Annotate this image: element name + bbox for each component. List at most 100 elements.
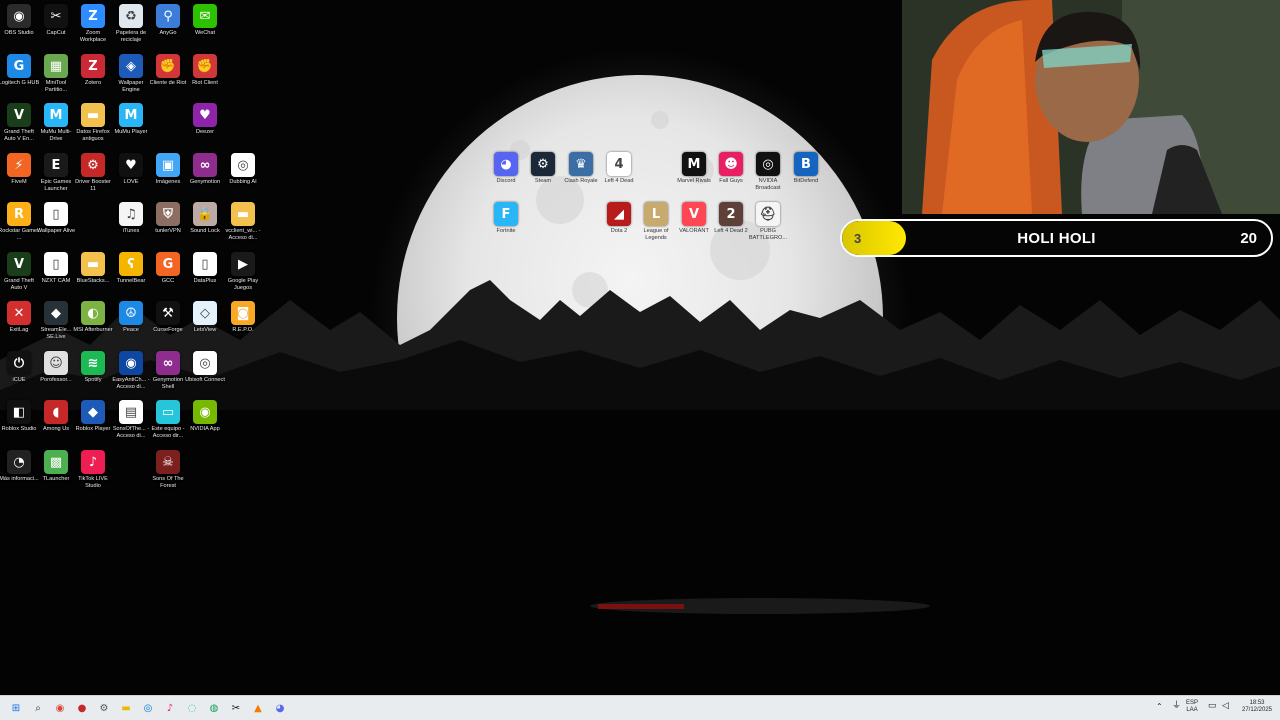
desktop-shortcut[interactable]: ✊ Riot Client	[186, 54, 224, 87]
desktop-shortcut[interactable]: M MuMu Player	[112, 103, 150, 136]
desktop-shortcut[interactable]: ▣ Imágenes	[149, 153, 187, 186]
browser-icon[interactable]: ◍	[206, 700, 222, 716]
desktop-shortcut[interactable]: V Grand Theft Auto V	[0, 252, 38, 292]
desktop-shortcut[interactable]: ◧ Roblox Studio	[0, 400, 38, 433]
settings-icon[interactable]: ⚙	[96, 700, 112, 716]
desktop-shortcut[interactable]: ⏻ iCUE	[0, 351, 38, 384]
desktop-shortcut-label: Left 4 Dead 2	[714, 228, 748, 234]
desktop-shortcut[interactable]: ▦ MiniTool Partitio...	[37, 54, 75, 94]
desktop-shortcut[interactable]: ☮ Peace	[112, 301, 150, 334]
aimp-icon[interactable]: ▲	[250, 700, 266, 716]
start-icon[interactable]: ⊞	[8, 700, 24, 716]
desktop-shortcut[interactable]: ☻ Fall Guys	[712, 152, 750, 185]
desktop-shortcut[interactable]: ⛨ tunlerVPN	[149, 202, 187, 235]
desktop-shortcut[interactable]: ▶ Google Play Juegos	[224, 252, 262, 292]
desktop-shortcut[interactable]: ▯ NZXT CAM	[37, 252, 75, 285]
desktop-shortcut[interactable]: M MuMu Multi-Drive	[37, 103, 75, 143]
desktop-shortcut[interactable]: ▯ Wallpaper Alive	[37, 202, 75, 235]
network-icon[interactable]: ▭	[1208, 701, 1217, 710]
anygo-icon: ⚲	[156, 4, 180, 28]
microphone-icon[interactable]: ⏚	[1172, 701, 1181, 710]
itunes-icon: ♫	[119, 202, 143, 226]
desktop-shortcut[interactable]: ♻ Papelera de reciclaje	[112, 4, 150, 44]
desktop-shortcut[interactable]: ◉ OBS Studio	[0, 4, 38, 37]
tray-chevron-icon[interactable]: ⌃	[1156, 703, 1163, 711]
desktop-shortcut[interactable]: ◈ Wallpaper Engine	[112, 54, 150, 94]
desktop-shortcut[interactable]: ♫ iTunes	[112, 202, 150, 235]
volume-icon[interactable]: ◁	[1222, 701, 1229, 710]
desktop-shortcut[interactable]: ∞ Genymotion Shell	[149, 351, 187, 391]
google-play-games-icon: ▶	[231, 252, 255, 276]
desktop-shortcut[interactable]: ◉ NVIDIA App	[186, 400, 224, 433]
desktop-shortcut[interactable]: M Marvel Rivals	[675, 152, 713, 185]
desktop-shortcut[interactable]: ⚒ CurseForge	[149, 301, 187, 334]
desktop-shortcut[interactable]: ⚲ AnyGo	[149, 4, 187, 37]
desktop-shortcut[interactable]: 4 Left 4 Dead	[600, 152, 638, 185]
desktop-shortcut[interactable]: ◐ MSI Afterburner	[73, 301, 113, 334]
desktop-shortcut[interactable]: ▩ TLauncher	[37, 450, 75, 483]
desktop-shortcut[interactable]: ☠ Sons Of The Forest	[149, 450, 187, 490]
desktop-shortcut[interactable]: ʕ TunnelBear	[112, 252, 150, 285]
desktop-shortcut[interactable]: ◙ R.E.P.O.	[224, 301, 262, 334]
zoom-icon: Z	[81, 4, 105, 28]
desktop-shortcut[interactable]: Z Zotero	[74, 54, 112, 87]
discord-taskbar-icon[interactable]: ◕	[272, 700, 288, 716]
desktop-shortcut[interactable]: B BitDefend	[787, 152, 825, 185]
desktop-shortcut[interactable]: ✂ CapCut	[37, 4, 75, 37]
desktop-shortcut[interactable]: ◖ Among Us	[37, 400, 75, 433]
desktop-shortcut[interactable]: ≋ Spotify	[74, 351, 112, 384]
desktop-shortcut[interactable]: ⛑ PUBG BATTLEGRO...	[749, 202, 787, 242]
desktop-shortcut[interactable]: ▭ Este equipo - Acceso dir...	[149, 400, 187, 440]
desktop-shortcut[interactable]: ◆ Roblox Player	[74, 400, 112, 433]
desktop-shortcut-label: Este equipo - Acceso dir...	[151, 426, 185, 439]
desktop-shortcut[interactable]: R Rockstar Games ...	[0, 202, 40, 242]
desktop-shortcut[interactable]: ♥ LOVE	[112, 153, 150, 186]
desktop-shortcut[interactable]: ◢ Dota 2	[600, 202, 638, 235]
desktop-shortcut[interactable]: ☺ Porofessor...	[37, 351, 75, 384]
desktop-shortcut[interactable]: ♪ TikTok LIVE Studio	[74, 450, 112, 490]
file-explorer-icon[interactable]: ▬	[118, 700, 134, 716]
clock[interactable]: 18:53 27/12/2025	[1238, 700, 1276, 714]
desktop-shortcut[interactable]: ▯ DataPlus	[186, 252, 224, 285]
desktop-shortcut[interactable]: ▬ Datos Firefox antiguos	[74, 103, 112, 143]
desktop-shortcut[interactable]: 🔒 Sound Lock	[186, 202, 224, 235]
desktop-shortcut-label: FiveM	[11, 179, 27, 185]
desktop-shortcut[interactable]: ✉ WeChat	[186, 4, 224, 37]
desktop-shortcut[interactable]: Z Zoom Workplace	[74, 4, 112, 44]
desktop-shortcut[interactable]: E Epic Games Launcher	[37, 153, 75, 193]
search-icon[interactable]: ⌕	[30, 700, 46, 716]
desktop-shortcut[interactable]: L League of Legends	[637, 202, 675, 242]
tiktok-taskbar-icon[interactable]: ♪	[162, 700, 178, 716]
desktop-shortcut[interactable]: G Logitech G HUB	[0, 54, 39, 87]
desktop-shortcut[interactable]: ⚡ FiveM	[0, 153, 38, 186]
desktop-shortcut[interactable]: ▬ BlueStacks...	[74, 252, 112, 285]
edge-icon[interactable]: ◎	[140, 700, 156, 716]
desktop-shortcut[interactable]: F Fortnite	[487, 202, 525, 235]
desktop-shortcut[interactable]: ▤ SonsOfThe... - Acceso di...	[112, 400, 150, 440]
desktop-shortcut[interactable]: ♥ Deezer	[186, 103, 224, 136]
desktop-shortcut[interactable]: ∞ Genymotion	[186, 153, 224, 186]
language-indicator[interactable]: ESP LAA	[1186, 700, 1198, 714]
desktop-shortcut[interactable]: ⚙ Driver Booster 11	[74, 153, 112, 193]
capcut-taskbar-icon[interactable]: ✂	[228, 700, 244, 716]
desktop-shortcut[interactable]: ◎ Dubbing AI	[224, 153, 262, 186]
desktop-shortcut[interactable]: V VALORANT	[675, 202, 713, 235]
desktop-shortcut[interactable]: V Grand Theft Auto V En...	[0, 103, 38, 143]
desktop-shortcut[interactable]: ✊ Cliente de Riot	[149, 54, 187, 87]
whatsapp-icon[interactable]: ◌	[184, 700, 200, 716]
desktop-shortcut[interactable]: ◎ NVIDIA Broadcast	[749, 152, 787, 192]
desktop-shortcut[interactable]: G GCC	[149, 252, 187, 285]
desktop-shortcut[interactable]: ◆ StreamEle... SE.Live	[37, 301, 75, 341]
desktop-shortcut[interactable]: ✕ ExitLag	[0, 301, 38, 334]
desktop-shortcut[interactable]: ▬ vcclient_wi... - Acceso di...	[224, 202, 262, 242]
desktop-shortcut[interactable]: 2 Left 4 Dead 2	[712, 202, 750, 235]
desktop-shortcut[interactable]: ◉ EasyAntiCh... - Acceso di...	[112, 351, 150, 391]
chrome-icon[interactable]: ◉	[52, 700, 68, 716]
desktop-shortcut[interactable]: ◎ Ubisoft Connect	[185, 351, 225, 384]
desktop-shortcut[interactable]: ⚙ Steam	[524, 152, 562, 185]
desktop-shortcut[interactable]: ◇ LetsView	[186, 301, 224, 334]
desktop-shortcut[interactable]: ◔ Más informaci...	[0, 450, 39, 483]
desktop-shortcut[interactable]: ◕ Discord	[487, 152, 525, 185]
obs-taskbar-icon[interactable]: ●	[74, 700, 90, 716]
desktop-shortcut[interactable]: ♛ Clash Royale	[562, 152, 600, 185]
